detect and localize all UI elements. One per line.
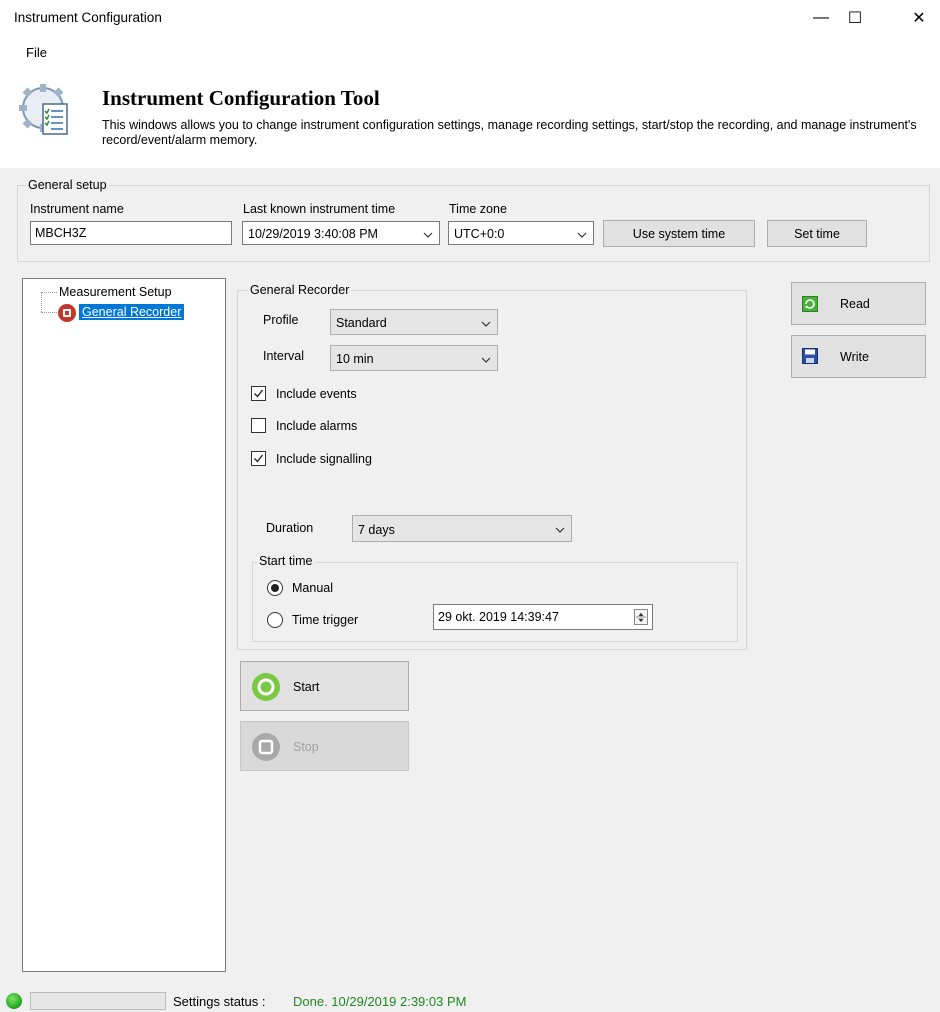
include-alarms-checkbox[interactable] [251,418,266,433]
time-trigger-radio[interactable] [267,612,283,628]
settings-status-value: Done. 10/29/2019 2:39:03 PM [293,994,467,1009]
settings-status-label: Settings status : [173,994,266,1009]
header-banner: Instrument Configuration Tool This windo… [0,68,940,168]
include-signalling-label[interactable]: Include signalling [276,452,372,466]
page-description: This windows allows you to change instru… [102,118,917,147]
profile-label: Profile [263,313,299,327]
start-time-group [252,562,738,642]
write-button[interactable]: Write [791,335,926,378]
start-icon [252,673,280,701]
tree-connector [41,292,42,312]
general-recorder-legend: General Recorder [248,283,352,297]
include-alarms-label[interactable]: Include alarms [276,419,357,433]
interval-select[interactable]: 10 min [330,345,498,371]
profile-select[interactable]: Standard [330,309,498,335]
manual-label[interactable]: Manual [292,581,333,595]
checkmark-icon [254,389,264,398]
menu-bar: File [0,36,940,68]
duration-value: 7 days [358,523,395,537]
stop-label: Stop [293,740,319,754]
interval-value: 10 min [336,352,374,366]
stop-button[interactable]: Stop [240,721,409,771]
time-zone-value: UTC+0:0 [454,227,505,241]
chevron-down-icon [481,357,491,363]
read-icon [802,296,818,312]
time-zone-label: Time zone [449,202,507,216]
tree-item-measurement-setup[interactable]: Measurement Setup [59,285,172,299]
spinner-arrows-icon[interactable] [634,609,648,625]
measurement-tree[interactable]: Measurement Setup General Recorder [22,278,226,972]
start-label: Start [293,680,320,694]
read-button[interactable]: Read [791,282,926,325]
maximize-button[interactable]: ☐ [832,0,878,36]
last-time-picker[interactable]: 10/29/2019 3:40:08 PM [242,221,440,245]
record-icon [58,304,76,322]
time-zone-select[interactable]: UTC+0:0 [448,221,594,245]
radio-selected-dot [271,584,279,592]
instrument-name-label: Instrument name [30,202,124,216]
start-time-legend: Start time [257,554,315,568]
write-label: Write [840,350,869,364]
last-time-label: Last known instrument time [243,202,396,216]
profile-value: Standard [336,316,387,330]
chevron-down-icon [423,232,433,238]
chevron-down-icon [577,232,587,238]
tree-item-general-recorder[interactable]: General Recorder [79,304,185,320]
include-signalling-checkbox[interactable] [251,451,266,466]
minimize-icon: — [813,9,829,26]
window-title: Instrument Configuration [14,10,162,25]
menu-file[interactable]: File [26,45,47,60]
read-label: Read [840,297,870,311]
duration-label: Duration [266,521,314,535]
title-bar: Instrument Configuration — ☐ ✕ [0,0,940,36]
checkmark-icon [254,454,264,463]
tree-connector [41,292,57,293]
last-time-value: 10/29/2019 3:40:08 PM [248,227,378,241]
stop-icon [252,733,280,761]
duration-select[interactable]: 7 days [352,515,572,542]
status-ok-icon [6,993,22,1009]
time-trigger-label[interactable]: Time trigger [292,613,358,627]
tree-connector [41,312,57,313]
trigger-datetime-picker[interactable]: 29 okt. 2019 14:39:47 [433,604,653,630]
general-setup-legend: General setup [26,178,109,192]
page-title: Instrument Configuration Tool [102,86,380,110]
trigger-datetime-value: 29 okt. 2019 14:39:47 [438,610,559,624]
include-events-label[interactable]: Include events [276,387,357,401]
chevron-down-icon [555,527,565,533]
close-icon: ✕ [912,10,926,27]
set-time-button[interactable]: Set time [767,220,867,247]
instrument-name-field[interactable]: MBCH3Z [30,221,232,245]
close-button[interactable]: ✕ [896,0,940,36]
maximize-icon: ☐ [847,10,863,27]
interval-label: Interval [263,349,304,363]
chevron-down-icon [481,321,491,327]
save-disk-icon [802,348,818,364]
status-bar: Settings status : Done. 10/29/2019 2:39:… [0,990,940,1012]
manual-radio[interactable] [267,580,283,596]
include-events-checkbox[interactable] [251,386,266,401]
start-button[interactable]: Start [240,661,409,711]
gear-document-icon [19,84,68,135]
status-progress-bar [30,992,166,1010]
use-system-time-button[interactable]: Use system time [603,220,755,247]
